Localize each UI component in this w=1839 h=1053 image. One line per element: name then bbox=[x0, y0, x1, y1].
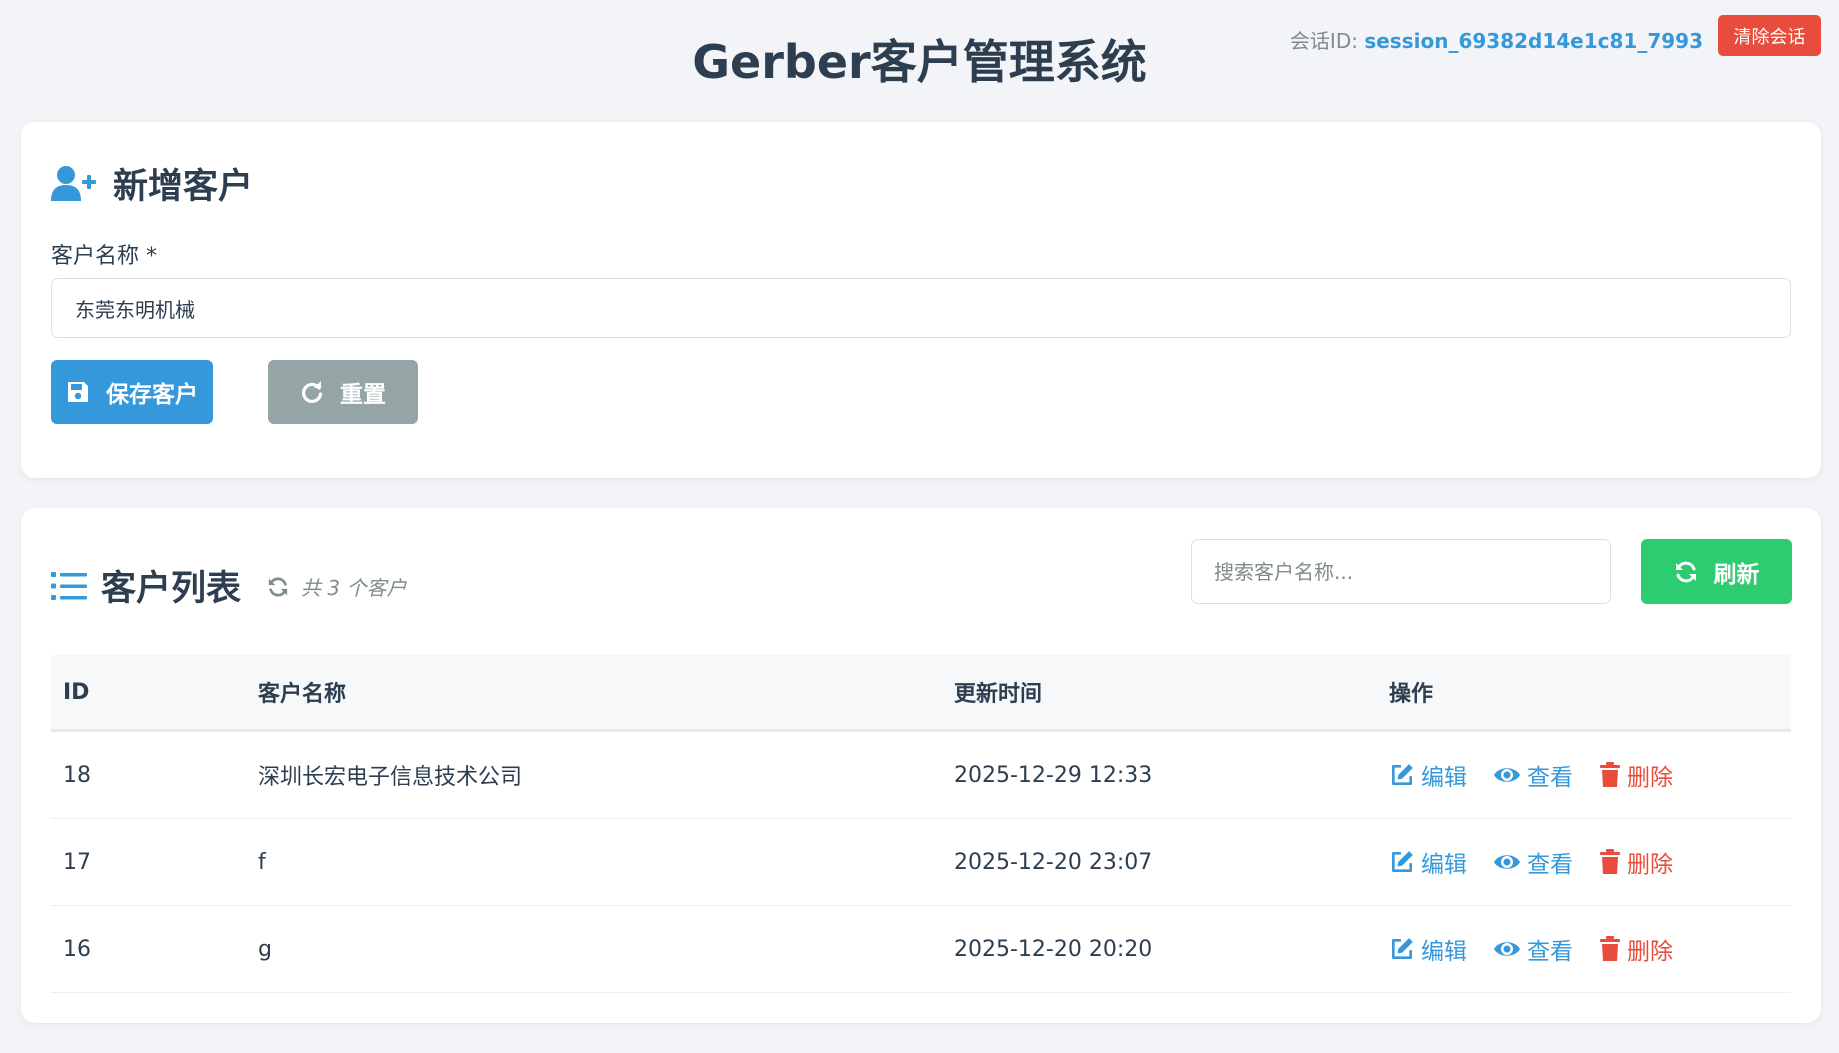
list-icon bbox=[51, 571, 87, 600]
edit-label: 编辑 bbox=[1421, 939, 1467, 965]
cell-time: 2025-12-20 23:07 bbox=[954, 849, 1153, 875]
table-row: 18 深圳长宏电子信息技术公司 2025-12-29 12:33 编辑 查看 删… bbox=[51, 732, 1791, 819]
cell-id: 18 bbox=[63, 762, 91, 788]
delete-button[interactable]: 删除 bbox=[1599, 758, 1673, 792]
cell-time: 2025-12-20 20:20 bbox=[954, 936, 1153, 962]
session-label: 会话ID: bbox=[1289, 29, 1358, 53]
save-customer-label: 保存客户 bbox=[106, 382, 198, 408]
trash-icon bbox=[1600, 849, 1620, 874]
column-header-time: 更新时间 bbox=[954, 682, 1043, 707]
sync-icon[interactable] bbox=[267, 576, 289, 598]
customer-list-title: 客户列表 bbox=[51, 560, 241, 611]
column-header-name: 客户名称 bbox=[258, 682, 347, 707]
edit-label: 编辑 bbox=[1421, 852, 1467, 878]
row-actions: 编辑 查看 删除 bbox=[1389, 758, 1699, 792]
cell-time: 2025-12-29 12:33 bbox=[954, 762, 1153, 788]
delete-label: 删除 bbox=[1627, 765, 1673, 791]
reset-button[interactable]: 重置 bbox=[268, 360, 418, 424]
delete-button[interactable]: 删除 bbox=[1599, 932, 1673, 966]
table-row: 16 g 2025-12-20 20:20 编辑 查看 删除 bbox=[51, 906, 1791, 993]
customer-name-label: 客户名称 * bbox=[51, 244, 157, 269]
cell-name: f bbox=[258, 849, 266, 875]
save-icon bbox=[68, 382, 88, 402]
trash-icon bbox=[1600, 936, 1620, 961]
eye-icon bbox=[1494, 768, 1520, 782]
edit-icon bbox=[1392, 938, 1413, 959]
customer-list-card: 客户列表 共 3 个客户 刷新 ID 客户名称 更新时间 操作 18 深圳长宏电… bbox=[21, 508, 1821, 1023]
user-plus-icon bbox=[51, 165, 96, 201]
view-button[interactable]: 查看 bbox=[1493, 932, 1573, 966]
edit-button[interactable]: 编辑 bbox=[1389, 845, 1467, 879]
cell-id: 16 bbox=[63, 936, 91, 962]
customer-list-title-text: 客户列表 bbox=[101, 569, 242, 609]
add-customer-title-text: 新增客户 bbox=[113, 167, 254, 207]
customer-count-text: 共 3 个客户 bbox=[301, 576, 407, 600]
view-label: 查看 bbox=[1527, 852, 1573, 878]
add-customer-title: 新增客户 bbox=[51, 158, 253, 209]
delete-button[interactable]: 删除 bbox=[1599, 845, 1673, 879]
cell-name: 深圳长宏电子信息技术公司 bbox=[258, 765, 523, 790]
cell-id: 17 bbox=[63, 849, 91, 875]
reset-label: 重置 bbox=[340, 382, 386, 408]
delete-label: 删除 bbox=[1627, 939, 1673, 965]
row-actions: 编辑 查看 删除 bbox=[1389, 845, 1699, 879]
customer-count: 共 3 个客户 bbox=[267, 572, 406, 601]
view-button[interactable]: 查看 bbox=[1493, 758, 1573, 792]
search-input[interactable] bbox=[1191, 539, 1611, 604]
row-actions: 编辑 查看 删除 bbox=[1389, 932, 1699, 966]
column-header-actions: 操作 bbox=[1389, 682, 1434, 707]
customer-table: ID 客户名称 更新时间 操作 18 深圳长宏电子信息技术公司 2025-12-… bbox=[51, 655, 1791, 993]
clear-session-button[interactable]: 清除会话 bbox=[1718, 15, 1821, 56]
column-header-id: ID bbox=[63, 679, 90, 705]
edit-icon bbox=[1392, 851, 1413, 872]
eye-icon bbox=[1494, 942, 1520, 956]
trash-icon bbox=[1600, 762, 1620, 787]
delete-label: 删除 bbox=[1627, 852, 1673, 878]
redo-icon bbox=[301, 381, 323, 404]
add-customer-card: 新增客户 客户名称 * 保存客户 重置 bbox=[21, 122, 1821, 478]
session-info: 会话ID: session_69382d14e1c81_7993 bbox=[1290, 25, 1703, 54]
table-header: ID 客户名称 更新时间 操作 bbox=[51, 655, 1791, 732]
edit-button[interactable]: 编辑 bbox=[1389, 932, 1467, 966]
table-row: 17 f 2025-12-20 23:07 编辑 查看 删除 bbox=[51, 819, 1791, 906]
view-label: 查看 bbox=[1527, 765, 1573, 791]
session-id: session_69382d14e1c81_7993 bbox=[1364, 29, 1703, 53]
customer-name-input[interactable] bbox=[51, 278, 1791, 338]
save-customer-button[interactable]: 保存客户 bbox=[51, 360, 213, 424]
eye-icon bbox=[1494, 855, 1520, 869]
page-header: Gerber客户管理系统 会话ID: session_69382d14e1c81… bbox=[0, 0, 1839, 122]
refresh-label: 刷新 bbox=[1713, 561, 1760, 588]
view-label: 查看 bbox=[1527, 939, 1573, 965]
cell-name: g bbox=[258, 936, 272, 962]
edit-icon bbox=[1392, 764, 1413, 785]
refresh-button[interactable]: 刷新 bbox=[1641, 539, 1792, 604]
edit-label: 编辑 bbox=[1421, 765, 1467, 791]
sync-icon bbox=[1675, 561, 1696, 582]
view-button[interactable]: 查看 bbox=[1493, 845, 1573, 879]
edit-button[interactable]: 编辑 bbox=[1389, 758, 1467, 792]
